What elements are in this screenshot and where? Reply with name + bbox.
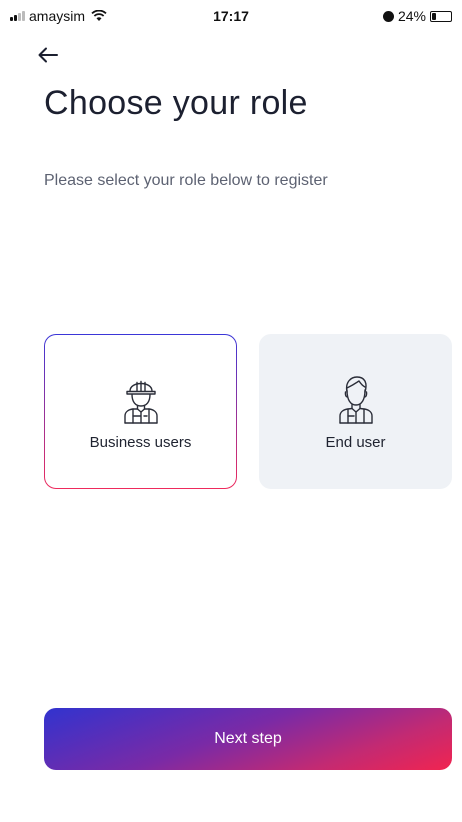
page-subtitle: Please select your role below to registe…: [44, 172, 328, 189]
alarm-icon: [382, 10, 394, 22]
arrow-left-icon: [38, 47, 58, 63]
battery-icon: [430, 10, 452, 22]
person-icon: [338, 376, 373, 424]
role-label: End user: [325, 434, 386, 451]
battery-percent: 24%: [397, 8, 426, 24]
status-bar: amaysim 17:17 24%: [0, 0, 462, 34]
worker-hardhat-icon: [123, 380, 158, 424]
role-label: Business users: [89, 434, 192, 451]
status-bar-right: 24%: [382, 8, 452, 24]
choose-role-screen: amaysim 17:17 24% Choose your role Pleas…: [0, 0, 462, 822]
page-title: Choose your role: [44, 84, 308, 122]
role-card-end-user[interactable]: End user: [259, 334, 452, 489]
role-card-business-users[interactable]: Business users: [44, 334, 237, 489]
next-step-button[interactable]: Next step: [44, 708, 452, 770]
back-button[interactable]: [38, 40, 74, 70]
